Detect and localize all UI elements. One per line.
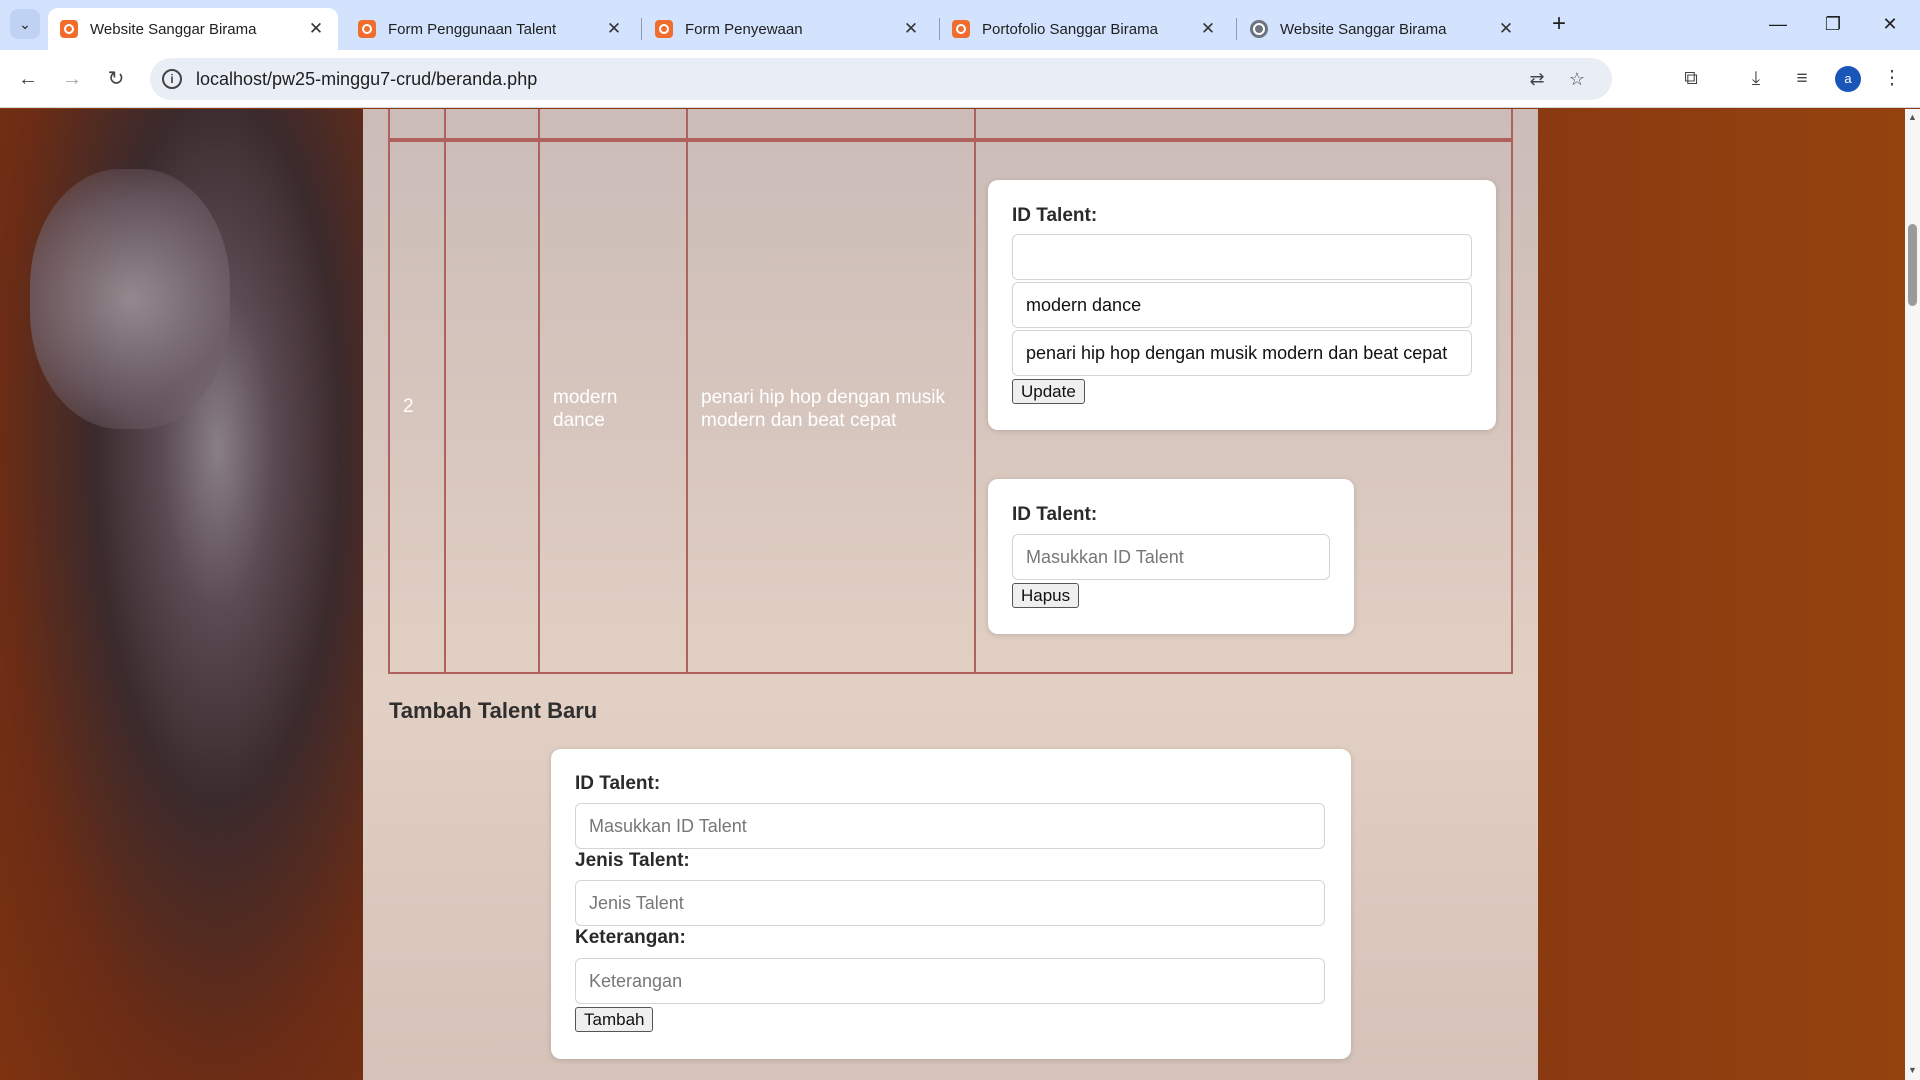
tambah-button[interactable]: Tambah <box>575 1007 654 1032</box>
browser-toolbar: ← → ↻ i localhost/pw25-minggu7-crud/bera… <box>0 50 1920 108</box>
table-divider <box>974 109 976 140</box>
scroll-thumb[interactable] <box>1908 224 1917 306</box>
table-row: 2 modern dance penari hip hop dengan mus… <box>388 140 1513 674</box>
table-divider <box>444 109 446 140</box>
background-image-left <box>0 109 363 1080</box>
globe-icon <box>1250 20 1268 38</box>
tab-title: Portofolio Sanggar Birama <box>982 20 1158 38</box>
background-right <box>1538 109 1905 1080</box>
add-keterangan-input[interactable] <box>575 958 1325 1004</box>
update-id-input[interactable] <box>1012 234 1472 280</box>
tab-website-sanggar-birama[interactable]: Website Sanggar Birama ✕ <box>48 8 338 50</box>
tab-title: Website Sanggar Birama <box>90 20 257 38</box>
scroll-up-icon[interactable]: ▲ <box>1907 112 1918 122</box>
table-divider <box>686 142 688 672</box>
add-keterangan-label: Keterangan: <box>575 927 686 948</box>
media-control-icon[interactable]: ≡ <box>1786 63 1818 95</box>
tab-website-sanggar-birama-2[interactable]: Website Sanggar Birama ✕ <box>1238 8 1528 50</box>
update-id-label: ID Talent: <box>1012 205 1098 226</box>
tab-title: Form Penyewaan <box>685 20 803 38</box>
table-row-previous <box>388 109 1513 140</box>
update-button[interactable]: Update <box>1012 379 1085 404</box>
tab-title: Form Penggunaan Talent <box>388 20 557 38</box>
minimize-button[interactable]: — <box>1756 8 1800 40</box>
bookmark-star-icon[interactable]: ☆ <box>1565 67 1589 91</box>
tab-search-button[interactable]: ⌄ <box>10 9 40 39</box>
hapus-button[interactable]: Hapus <box>1012 583 1080 608</box>
add-talent-form: ID Talent: Jenis Talent: Keterangan: Tam… <box>551 749 1351 1059</box>
cell-keterangan: penari hip hop dengan musik modern dan b… <box>701 387 946 431</box>
profile-avatar[interactable]: a <box>1835 66 1861 92</box>
update-keterangan-input[interactable] <box>1012 330 1472 376</box>
back-arrow-icon[interactable]: ← <box>12 63 44 95</box>
new-tab-button[interactable]: + <box>1544 10 1574 40</box>
update-jenis-input[interactable] <box>1012 282 1472 328</box>
add-id-input[interactable] <box>575 803 1325 849</box>
add-id-label: ID Talent: <box>575 773 661 794</box>
main-content: 2 modern dance penari hip hop dengan mus… <box>363 109 1538 1080</box>
delete-id-label: ID Talent: <box>1012 504 1098 525</box>
delete-form: ID Talent: Hapus <box>988 479 1354 634</box>
close-icon[interactable]: ✕ <box>1496 19 1516 39</box>
cell-jenis-talent: modern dance <box>553 387 618 431</box>
xampp-icon <box>952 20 970 38</box>
window-close-button[interactable]: ✕ <box>1868 8 1912 40</box>
table-divider <box>538 142 540 672</box>
table-divider <box>538 109 540 140</box>
page-scrollbar[interactable]: ▲ ▼ <box>1905 109 1920 1080</box>
table-divider <box>686 109 688 140</box>
tab-form-penggunaan-talent[interactable]: Form Penggunaan Talent ✕ <box>346 8 636 50</box>
reload-icon[interactable]: ↻ <box>100 63 132 95</box>
scroll-down-icon[interactable]: ▼ <box>1907 1065 1918 1075</box>
tab-portofolio-sanggar-birama[interactable]: Portofolio Sanggar Birama ✕ <box>940 8 1230 50</box>
page-viewport: 2 modern dance penari hip hop dengan mus… <box>0 109 1905 1080</box>
xampp-icon <box>655 20 673 38</box>
xampp-icon <box>358 20 376 38</box>
address-bar[interactable]: i localhost/pw25-minggu7-crud/beranda.ph… <box>150 58 1612 100</box>
cell-no: 2 <box>403 396 414 417</box>
extensions-icon[interactable]: ⧉ <box>1675 63 1707 95</box>
add-jenis-input[interactable] <box>575 880 1325 926</box>
update-form: ID Talent: Update <box>988 180 1496 430</box>
tab-form-penyewaan[interactable]: Form Penyewaan ✕ <box>643 8 933 50</box>
close-icon[interactable]: ✕ <box>306 19 326 39</box>
close-icon[interactable]: ✕ <box>901 19 921 39</box>
xampp-icon <box>60 20 78 38</box>
delete-id-input[interactable] <box>1012 534 1330 580</box>
tab-separator <box>641 18 642 40</box>
table-divider <box>444 142 446 672</box>
add-jenis-label: Jenis Talent: <box>575 850 690 871</box>
menu-kebab-icon[interactable]: ⋮ <box>1876 63 1908 95</box>
chevron-down-icon: ⌄ <box>19 15 31 32</box>
tab-separator <box>1236 18 1237 40</box>
forward-arrow-icon[interactable]: → <box>56 63 88 95</box>
table-divider <box>974 142 976 672</box>
close-icon[interactable]: ✕ <box>604 19 624 39</box>
restore-button[interactable]: ❐ <box>1811 8 1855 40</box>
close-icon[interactable]: ✕ <box>1198 19 1218 39</box>
url-text[interactable]: localhost/pw25-minggu7-crud/beranda.php <box>196 69 537 90</box>
site-info-icon[interactable]: i <box>162 69 182 89</box>
translate-icon[interactable]: ⇄ <box>1525 67 1549 91</box>
section-title-tambah: Tambah Talent Baru <box>389 698 598 723</box>
tab-title: Website Sanggar Birama <box>1280 20 1447 38</box>
download-icon[interactable]: ⤓ <box>1740 63 1772 95</box>
tab-strip: ⌄ Website Sanggar Birama ✕ Form Pengguna… <box>0 0 1920 50</box>
